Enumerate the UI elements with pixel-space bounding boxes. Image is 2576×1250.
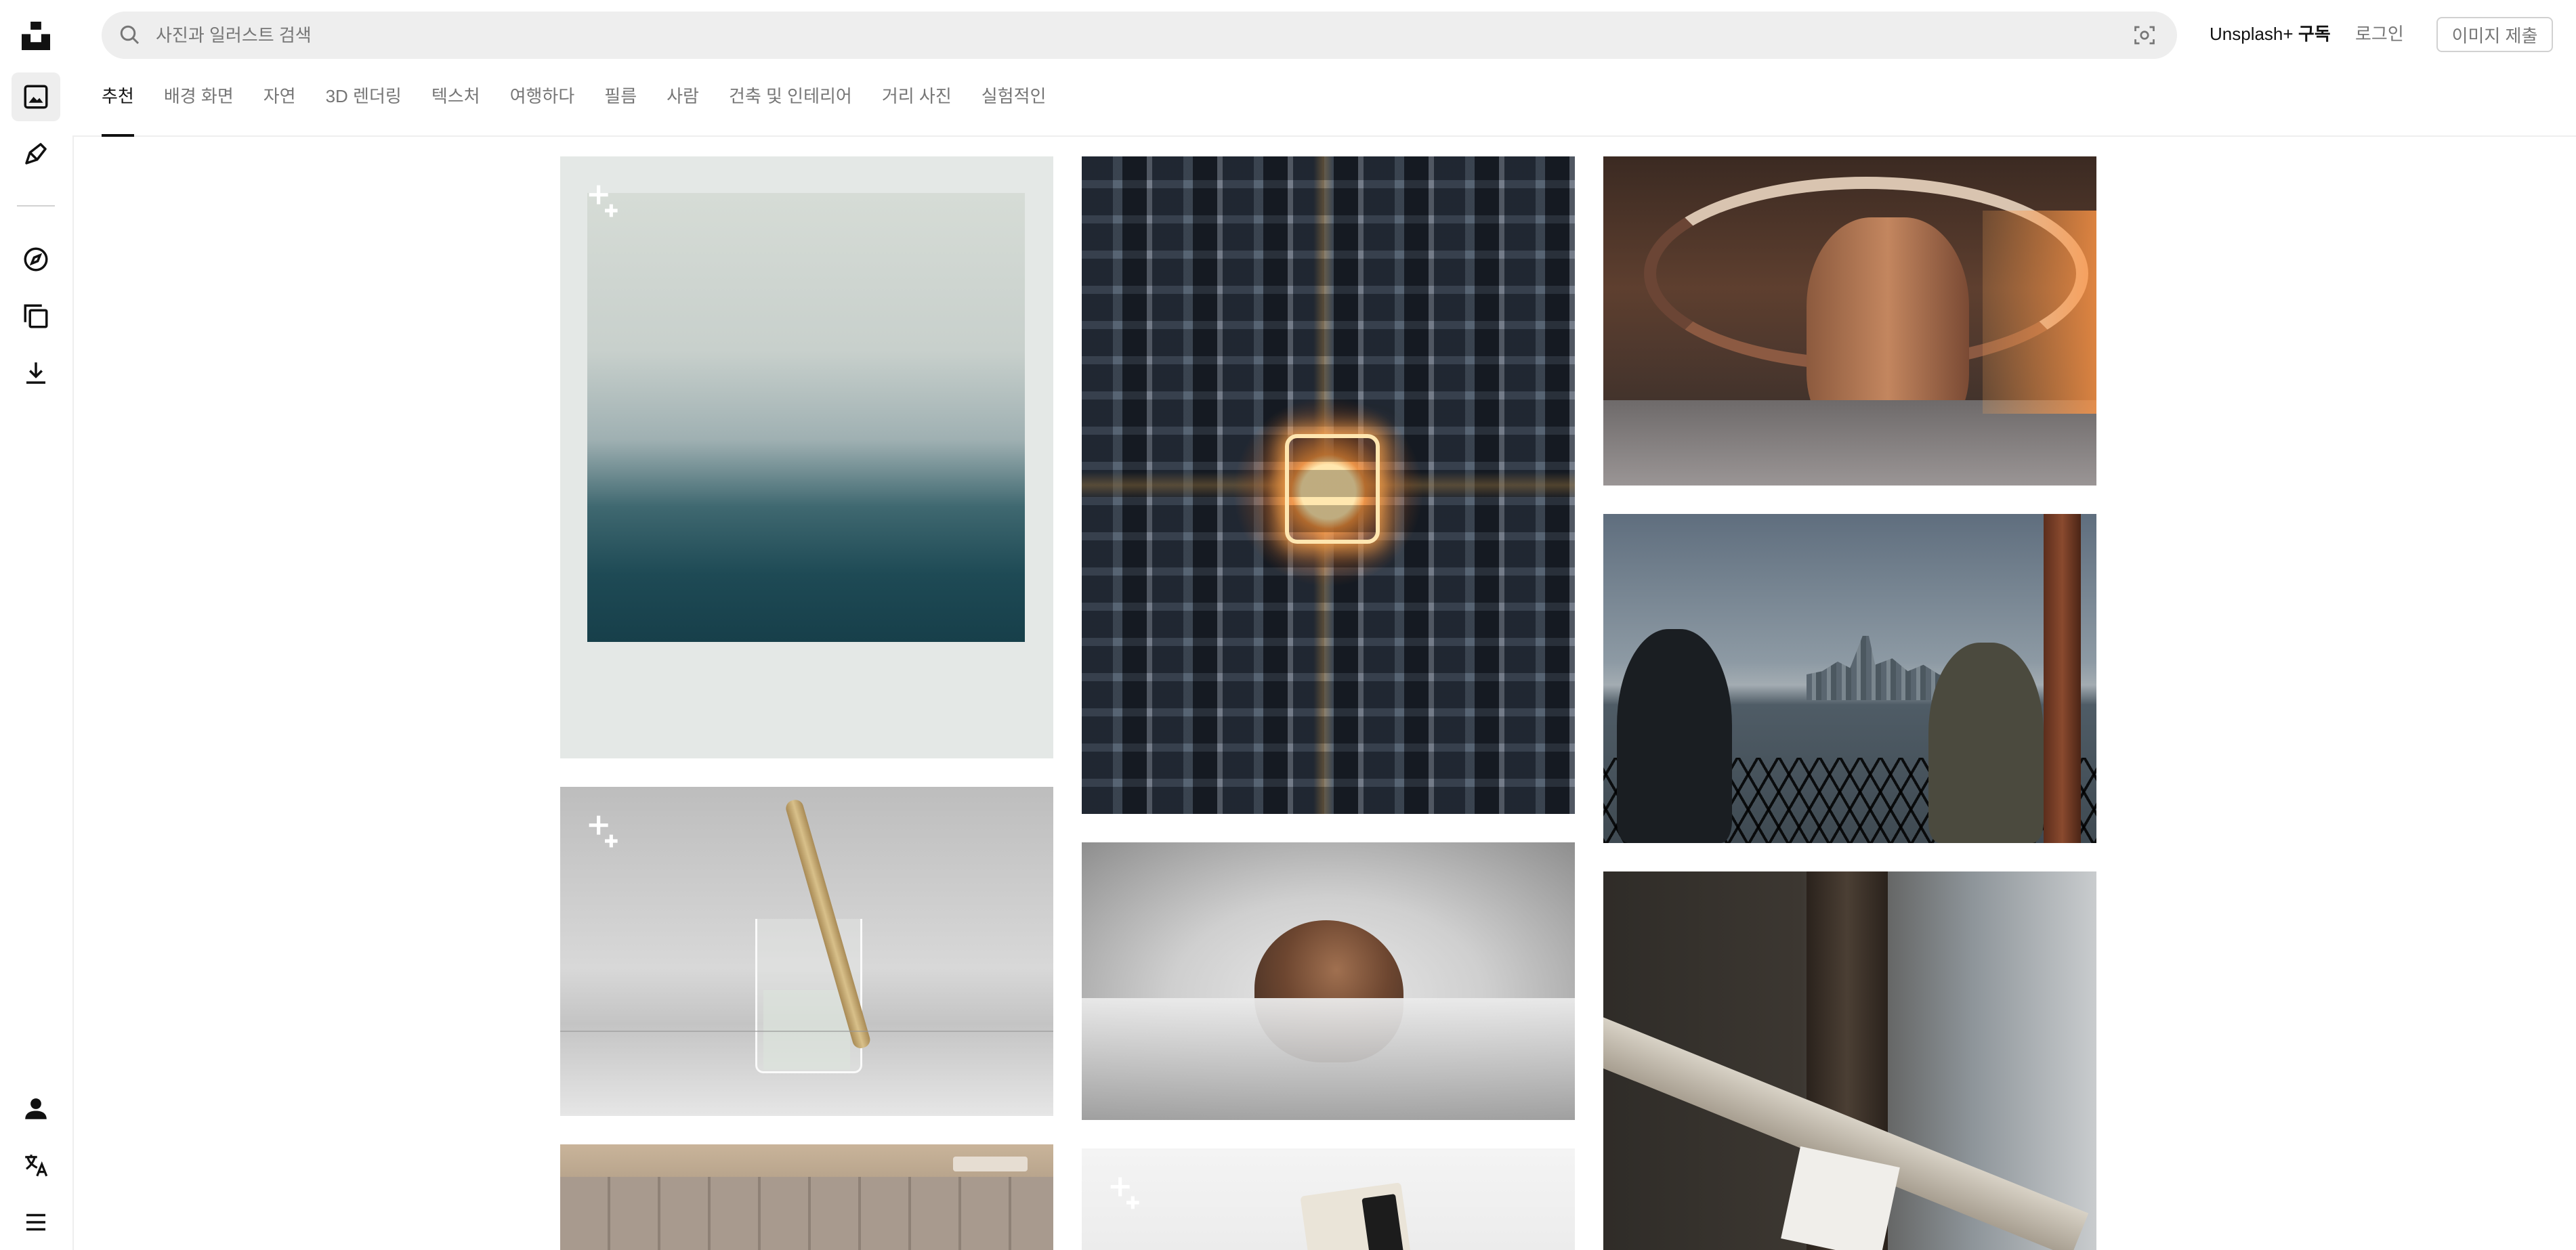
photo-rain-polaroid[interactable] [560,156,1053,758]
login-link[interactable]: 로그인 [2355,19,2404,49]
photo-city-aerial[interactable] [1082,156,1575,814]
rust-pillar [2044,514,2081,843]
cloud-bank [1082,998,1575,1120]
unsplash-plus-link[interactable]: Unsplash+ 구독 [2210,19,2331,49]
photo-skyline-ferry[interactable] [1603,514,2096,843]
submit-image-button[interactable]: 이미지 제출 [2436,17,2553,52]
plus-badge-icon [586,182,624,220]
tab-wallpapers[interactable]: 배경 화면 [164,81,234,135]
cabinet-doors [560,1177,1053,1250]
user-icon[interactable] [12,1084,60,1133]
search-icon[interactable] [118,23,142,47]
tab-textures[interactable]: 텍스처 [431,81,480,135]
language-icon[interactable] [12,1141,60,1190]
polaroid-image-area [587,193,1025,642]
table-edge [560,1031,1053,1032]
side-rail [0,0,74,1250]
tab-architecture[interactable]: 건축 및 인테리어 [729,81,852,135]
plus-badge-icon [586,813,624,850]
tab-experimental[interactable]: 실험적인 [981,81,1047,135]
collections-icon[interactable] [12,292,60,341]
visual-search-icon[interactable] [2132,23,2157,47]
tab-film[interactable]: 필름 [604,81,637,135]
photo-card[interactable] [1082,1148,1575,1250]
plus-subscribe-text: 구독 [2298,24,2331,44]
rail-divider [17,205,55,207]
photo-spiral-stairs[interactable] [1603,156,2096,486]
unsplash-logo-icon[interactable] [12,12,60,60]
person-left-silhouette [1617,629,1732,843]
tab-nature[interactable]: 자연 [263,81,296,135]
plus-badge-icon [1107,1174,1145,1212]
tab-3d-renders[interactable]: 3D 렌더링 [326,81,402,135]
lit-square [1285,434,1380,544]
search-input[interactable] [154,24,2088,47]
wall-light [953,1157,1028,1171]
top-header: Unsplash+ 구독 로그인 이미지 제출 추천 배경 화면 자연 3D 렌… [72,0,2576,137]
person-right-silhouette [1928,643,2044,843]
photo-vintage-sign[interactable] [1603,871,2096,1250]
photo-rock-clouds[interactable] [1082,842,1575,1120]
photos-icon[interactable] [12,72,60,121]
search-bar[interactable] [102,12,2177,59]
tab-featured[interactable]: 추천 [102,81,134,137]
menu-icon[interactable] [12,1198,60,1247]
explore-icon[interactable] [12,235,60,284]
plus-brand-text: Unsplash+ [2210,24,2294,44]
photo-beaker-pipette[interactable] [560,787,1053,1116]
tab-street[interactable]: 거리 사진 [882,81,952,135]
beaker-liquid [763,990,850,1070]
tab-people[interactable]: 사람 [667,81,699,135]
download-icon[interactable] [12,349,60,397]
warm-light-wall [1983,211,2096,414]
tab-travel[interactable]: 여행하다 [510,81,575,135]
illustrations-icon[interactable] [12,129,60,178]
topic-tabs: 추천 배경 화면 자연 3D 렌더링 텍스처 여행하다 필름 사람 건축 및 인… [102,81,1076,137]
photo-cabinets[interactable] [560,1144,1053,1250]
